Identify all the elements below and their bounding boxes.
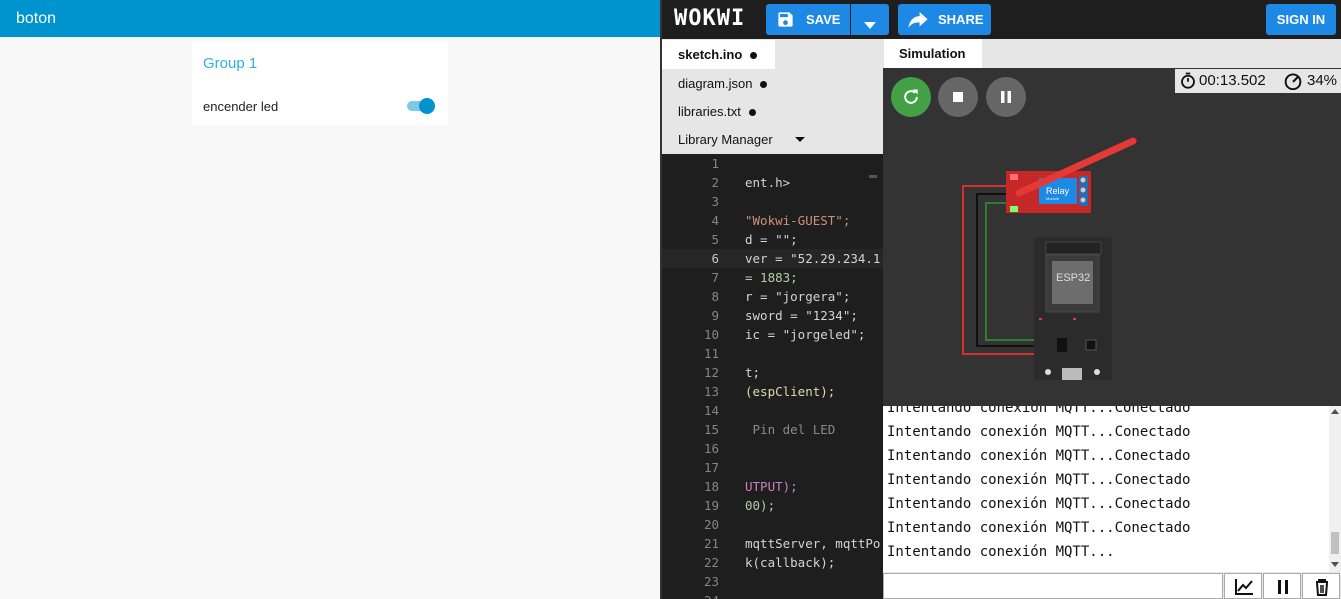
simulation-canvas[interactable]: 00:13.502 34% Relay Module ESP32 <box>883 68 1341 406</box>
share-label: SHARE <box>938 12 984 27</box>
code-line: 5d = ""; <box>711 232 798 247</box>
code-line: 11 <box>703 346 719 361</box>
code-line: 13 (espClient); <box>703 384 836 399</box>
chart-icon <box>1235 579 1253 595</box>
wokwi-topbar: WOKWI SAVE SHARE SIGN IN <box>662 0 1341 39</box>
code-line: 10 ic = "jorgeled"; <box>703 327 866 342</box>
code-line: 9 sword = "1234"; <box>711 308 858 323</box>
sign-in-button[interactable]: SIGN IN <box>1266 4 1336 35</box>
tab-library-manager[interactable]: Library Manager <box>662 125 883 154</box>
code-line: 3 <box>711 194 719 209</box>
share-button[interactable]: SHARE <box>898 4 991 35</box>
save-dropdown-button[interactable] <box>851 4 889 35</box>
code-line: 20 <box>703 517 719 532</box>
code-line: 8r = "jorgera"; <box>711 289 851 304</box>
serial-monitor-output[interactable]: Intentando conexión MQTT...Conectado Int… <box>883 406 1341 572</box>
code-line: 1 <box>711 156 719 171</box>
tab-libraries-txt[interactable]: libraries.txt <box>662 97 883 126</box>
code-line: 12 t; <box>703 365 761 380</box>
tab-label: diagram.json <box>678 76 753 91</box>
serial-line: Intentando conexión MQTT...Conectado <box>887 496 1191 512</box>
svg-text:Relay: Relay <box>1046 186 1070 196</box>
code-line: 24 <box>662 591 883 599</box>
scroll-up-icon[interactable] <box>1331 409 1339 414</box>
serial-line: Intentando conexión MQTT...Conectado <box>887 520 1191 536</box>
wokwi-app: WOKWI SAVE SHARE SIGN IN sketch.ino diag… <box>662 0 1341 599</box>
chevron-down-icon <box>795 137 805 142</box>
scroll-thumb[interactable] <box>1331 532 1339 554</box>
switch-label: encender led <box>203 99 279 114</box>
led-switch-toggle[interactable] <box>407 98 435 114</box>
code-line: 4 "Wokwi-GUEST"; <box>711 213 851 228</box>
code-line: 15 Pin del LED <box>703 422 836 437</box>
code-line: 18 UTPUT); <box>703 479 798 494</box>
serial-scrollbar[interactable] <box>1329 406 1341 572</box>
tab-simulation[interactable]: Simulation <box>884 39 982 68</box>
modified-dot-icon <box>750 52 758 60</box>
code-line: 14 <box>703 403 719 418</box>
serial-line: Intentando conexión MQTT...Conectado <box>887 472 1191 488</box>
trash-icon <box>1316 579 1328 596</box>
modified-dot-icon <box>748 109 756 117</box>
simulation-panel: Simulation 00:13.502 34% Relay Module ES… <box>883 39 1341 599</box>
tab-label: Library Manager <box>678 132 773 147</box>
save-label: SAVE <box>806 12 841 27</box>
save-button[interactable]: SAVE <box>766 4 850 35</box>
tab-diagram-json[interactable]: diagram.json <box>662 69 883 98</box>
share-arrow-icon <box>908 12 928 31</box>
group-title: Group 1 <box>203 55 258 72</box>
file-tabs: sketch.ino diagram.json libraries.txt Li… <box>662 39 883 154</box>
code-editor-panel: sketch.ino diagram.json libraries.txt Li… <box>662 39 883 599</box>
wokwi-logo[interactable]: WOKWI <box>674 6 745 31</box>
svg-text:ESP32: ESP32 <box>1056 272 1090 284</box>
tab-sketch-ino[interactable]: sketch.ino <box>662 40 775 69</box>
clear-serial-button[interactable] <box>1302 573 1340 599</box>
serial-input-bar <box>883 572 1341 599</box>
plotter-button[interactable] <box>1224 573 1262 599</box>
code-line: 2 ent.h> <box>711 175 791 190</box>
node-red-dashboard: boton Group 1 encender led <box>0 0 660 599</box>
dashboard-title: boton <box>0 0 660 37</box>
serial-line: Intentando conexión MQTT...Conectado <box>887 424 1191 440</box>
code-line: 17 <box>703 460 719 475</box>
code-area[interactable]: 1 2 ent.h> 3 4 "Wokwi-GUEST"; 5d = ""; 6 ve… <box>662 154 883 599</box>
pause-icon <box>1278 580 1288 594</box>
code-line: 21 mqttServer, mqttPo <box>703 536 881 551</box>
chevron-down-icon <box>864 16 876 34</box>
code-line: 23 <box>703 574 719 589</box>
scroll-down-icon[interactable] <box>1331 562 1339 567</box>
serial-input[interactable] <box>883 573 1223 599</box>
code-line: 16 <box>703 441 719 456</box>
serial-line: Intentando conexión MQTT...Conectado <box>887 406 1191 416</box>
circuit-diagram: Relay Module ESP32 <box>962 137 1137 380</box>
modified-dot-icon <box>760 81 768 89</box>
esp32-board: ESP32 <box>1034 237 1112 380</box>
code-line: 7 = 1883; <box>711 270 798 285</box>
svg-text:Module: Module <box>1046 196 1060 201</box>
dashboard-group-card: Group 1 encender led <box>192 41 448 125</box>
toggle-knob <box>419 98 435 114</box>
serial-line: Intentando conexión MQTT...Conectado <box>887 448 1191 464</box>
code-line-current: 6 ver = "52.29.234.1 <box>662 249 883 268</box>
floppy-icon <box>776 10 795 32</box>
serial-pause-button[interactable] <box>1263 573 1301 599</box>
tab-label: sketch.ino <box>678 47 743 62</box>
tab-label: libraries.txt <box>678 104 741 119</box>
serial-line: Intentando conexión MQTT... <box>887 544 1115 560</box>
code-line: 22 k(callback); <box>703 555 836 570</box>
code-line: 19 00); <box>703 498 776 513</box>
screen: boton Group 1 encender led WOKWI SAVE SH… <box>0 0 1341 599</box>
